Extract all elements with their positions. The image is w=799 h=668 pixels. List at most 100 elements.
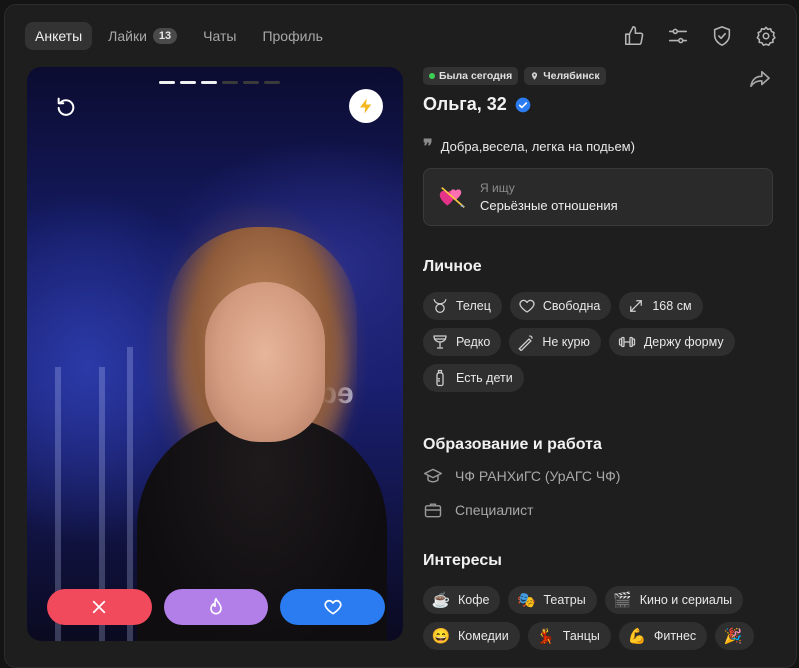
- section-title-personal: Личное: [423, 258, 482, 275]
- share-arrow-icon: [750, 70, 770, 88]
- photo-progress-indicator: [159, 81, 280, 84]
- shield-check-icon[interactable]: [708, 22, 736, 50]
- filter-sliders-icon[interactable]: [664, 22, 692, 50]
- seeking-value: Серьёзные отношения: [480, 198, 618, 213]
- tab-label: Профиль: [262, 28, 323, 44]
- photo-decor: [205, 282, 325, 442]
- chip-smoking: Не курю: [509, 328, 601, 356]
- chip-label: Телец: [456, 299, 491, 313]
- chip-label: Комедии: [458, 629, 509, 643]
- chip-label: Танцы: [562, 629, 600, 643]
- chip-label: Держу форму: [643, 335, 724, 349]
- chip-interest: 😄 Комедии: [423, 622, 520, 650]
- laughing-face-icon: 😄: [431, 628, 451, 645]
- profile-info: Была сегодня Челябинск Ольга, 32 ❞ Добра…: [423, 67, 773, 650]
- chip-label: 168 см: [652, 299, 692, 313]
- photo-progress-segment[interactable]: [180, 81, 196, 84]
- thumbs-up-icon[interactable]: [620, 22, 648, 50]
- settings-gear-icon[interactable]: [752, 22, 780, 50]
- status-text: Была сегодня: [439, 70, 513, 82]
- flame-icon: [210, 597, 222, 615]
- baby-bottle-icon: [436, 369, 444, 387]
- bio-text: Добра,весела, легка на подьем): [440, 139, 635, 154]
- chip-alcohol: Редко: [423, 328, 502, 356]
- close-icon: [93, 600, 106, 614]
- seeking-card: Я ищу Серьёзные отношения: [423, 168, 773, 226]
- share-button[interactable]: [749, 69, 771, 94]
- chip-zodiac: Телец: [423, 292, 502, 320]
- tab-label: Чаты: [203, 28, 237, 44]
- location-pin-icon: [532, 72, 538, 80]
- super-like-button[interactable]: [163, 589, 269, 625]
- university-text: ЧФ РАНХиГС (УрАГС ЧФ): [455, 468, 621, 484]
- chip-interest: 🎭 Театры: [508, 586, 597, 614]
- chip-interest: 💪 Фитнес: [618, 622, 708, 650]
- dislike-button[interactable]: [47, 589, 152, 625]
- chip-label: Редко: [456, 335, 491, 349]
- job-item: Специалист: [423, 500, 773, 520]
- likes-count-badge: 13: [152, 28, 178, 44]
- tab-likes[interactable]: Лайки 13: [98, 22, 187, 50]
- interest-chips: ☕ Кофе 🎭 Театры 🎬 Кино и сериалы 😄 Комедии 💃…: [423, 586, 773, 650]
- photo-progress-segment[interactable]: [159, 81, 175, 84]
- boost-button[interactable]: [349, 89, 383, 123]
- wine-glass-icon: [433, 335, 447, 349]
- chip-label: Есть дети: [456, 371, 513, 385]
- clapperboard-icon: 🎬: [613, 592, 633, 609]
- verified-badge-icon: [515, 97, 531, 112]
- chip-label: Театры: [543, 593, 586, 607]
- lightning-icon: [360, 98, 372, 114]
- briefcase-icon: [424, 503, 442, 518]
- chip-height: 168 см: [619, 292, 703, 320]
- chip-children: Есть дети: [423, 364, 524, 392]
- city-badge: Челябинск: [524, 67, 606, 85]
- top-nav: Анкеты Лайки 13 Чаты Профиль: [25, 21, 780, 51]
- theater-masks-icon: 🎭: [517, 592, 536, 609]
- chip-label: Кино и сериалы: [639, 593, 733, 607]
- chip-label: Свободна: [542, 299, 601, 313]
- tab-chats[interactable]: Чаты: [193, 22, 246, 50]
- photo-progress-segment[interactable]: [243, 81, 259, 84]
- online-status-badge: Была сегодня: [423, 67, 519, 85]
- hearts-arrow-icon: [439, 186, 465, 208]
- photo-progress-segment[interactable]: [222, 81, 238, 84]
- chip-fitness: Держу форму: [608, 328, 735, 356]
- chip-label: Не курю: [542, 335, 590, 349]
- city-text: Челябинск: [543, 70, 600, 82]
- profile-name: Ольга, 32: [423, 94, 507, 114]
- bio: ❞ Добра,весела, легка на подьем): [423, 135, 773, 157]
- tab-label: Лайки: [108, 28, 147, 44]
- seeking-label: Я ищу: [480, 181, 515, 195]
- flexed-biceps-icon: 💪: [627, 628, 647, 645]
- chip-label: Кофе: [458, 593, 490, 607]
- quote-icon: ❞: [423, 135, 433, 157]
- photo-progress-segment[interactable]: [201, 81, 217, 84]
- section-title-education: Образование и работа: [423, 436, 602, 453]
- chip-relationship: Свободна: [509, 292, 612, 320]
- chip-interest: ☕ Кофе: [423, 586, 501, 614]
- heart-icon: [324, 599, 342, 615]
- chip-label: Фитнес: [653, 629, 697, 643]
- undo-icon: [57, 97, 75, 116]
- dancer-icon: 💃: [536, 628, 556, 645]
- taurus-icon: [433, 299, 447, 314]
- tab-profile[interactable]: Профиль: [252, 22, 332, 50]
- job-text: Специалист: [455, 502, 534, 518]
- online-dot-icon: [429, 73, 435, 79]
- height-arrows-icon: [630, 300, 643, 312]
- heart-outline-icon: [519, 299, 535, 313]
- personal-chips: Телец Свободна 168 см Редко Не курю Держ…: [423, 292, 773, 392]
- like-button[interactable]: [280, 589, 386, 625]
- tab-label: Анкеты: [35, 28, 83, 44]
- chip-interest: 🎉: [715, 622, 755, 650]
- chip-interest: 💃 Танцы: [527, 622, 611, 650]
- chip-interest: 🎬 Кино и сериалы: [604, 586, 744, 614]
- photo-progress-segment[interactable]: [264, 81, 280, 84]
- coffee-icon: ☕: [431, 592, 451, 609]
- undo-button[interactable]: [49, 89, 83, 123]
- app-window: Анкеты Лайки 13 Чаты Профиль eda: [4, 4, 797, 668]
- section-title-interests: Интересы: [423, 552, 502, 569]
- profile-photo[interactable]: eda: [27, 67, 403, 641]
- education-item: ЧФ РАНХиГС (УрАГС ЧФ): [423, 466, 773, 486]
- tab-profiles[interactable]: Анкеты: [25, 22, 93, 50]
